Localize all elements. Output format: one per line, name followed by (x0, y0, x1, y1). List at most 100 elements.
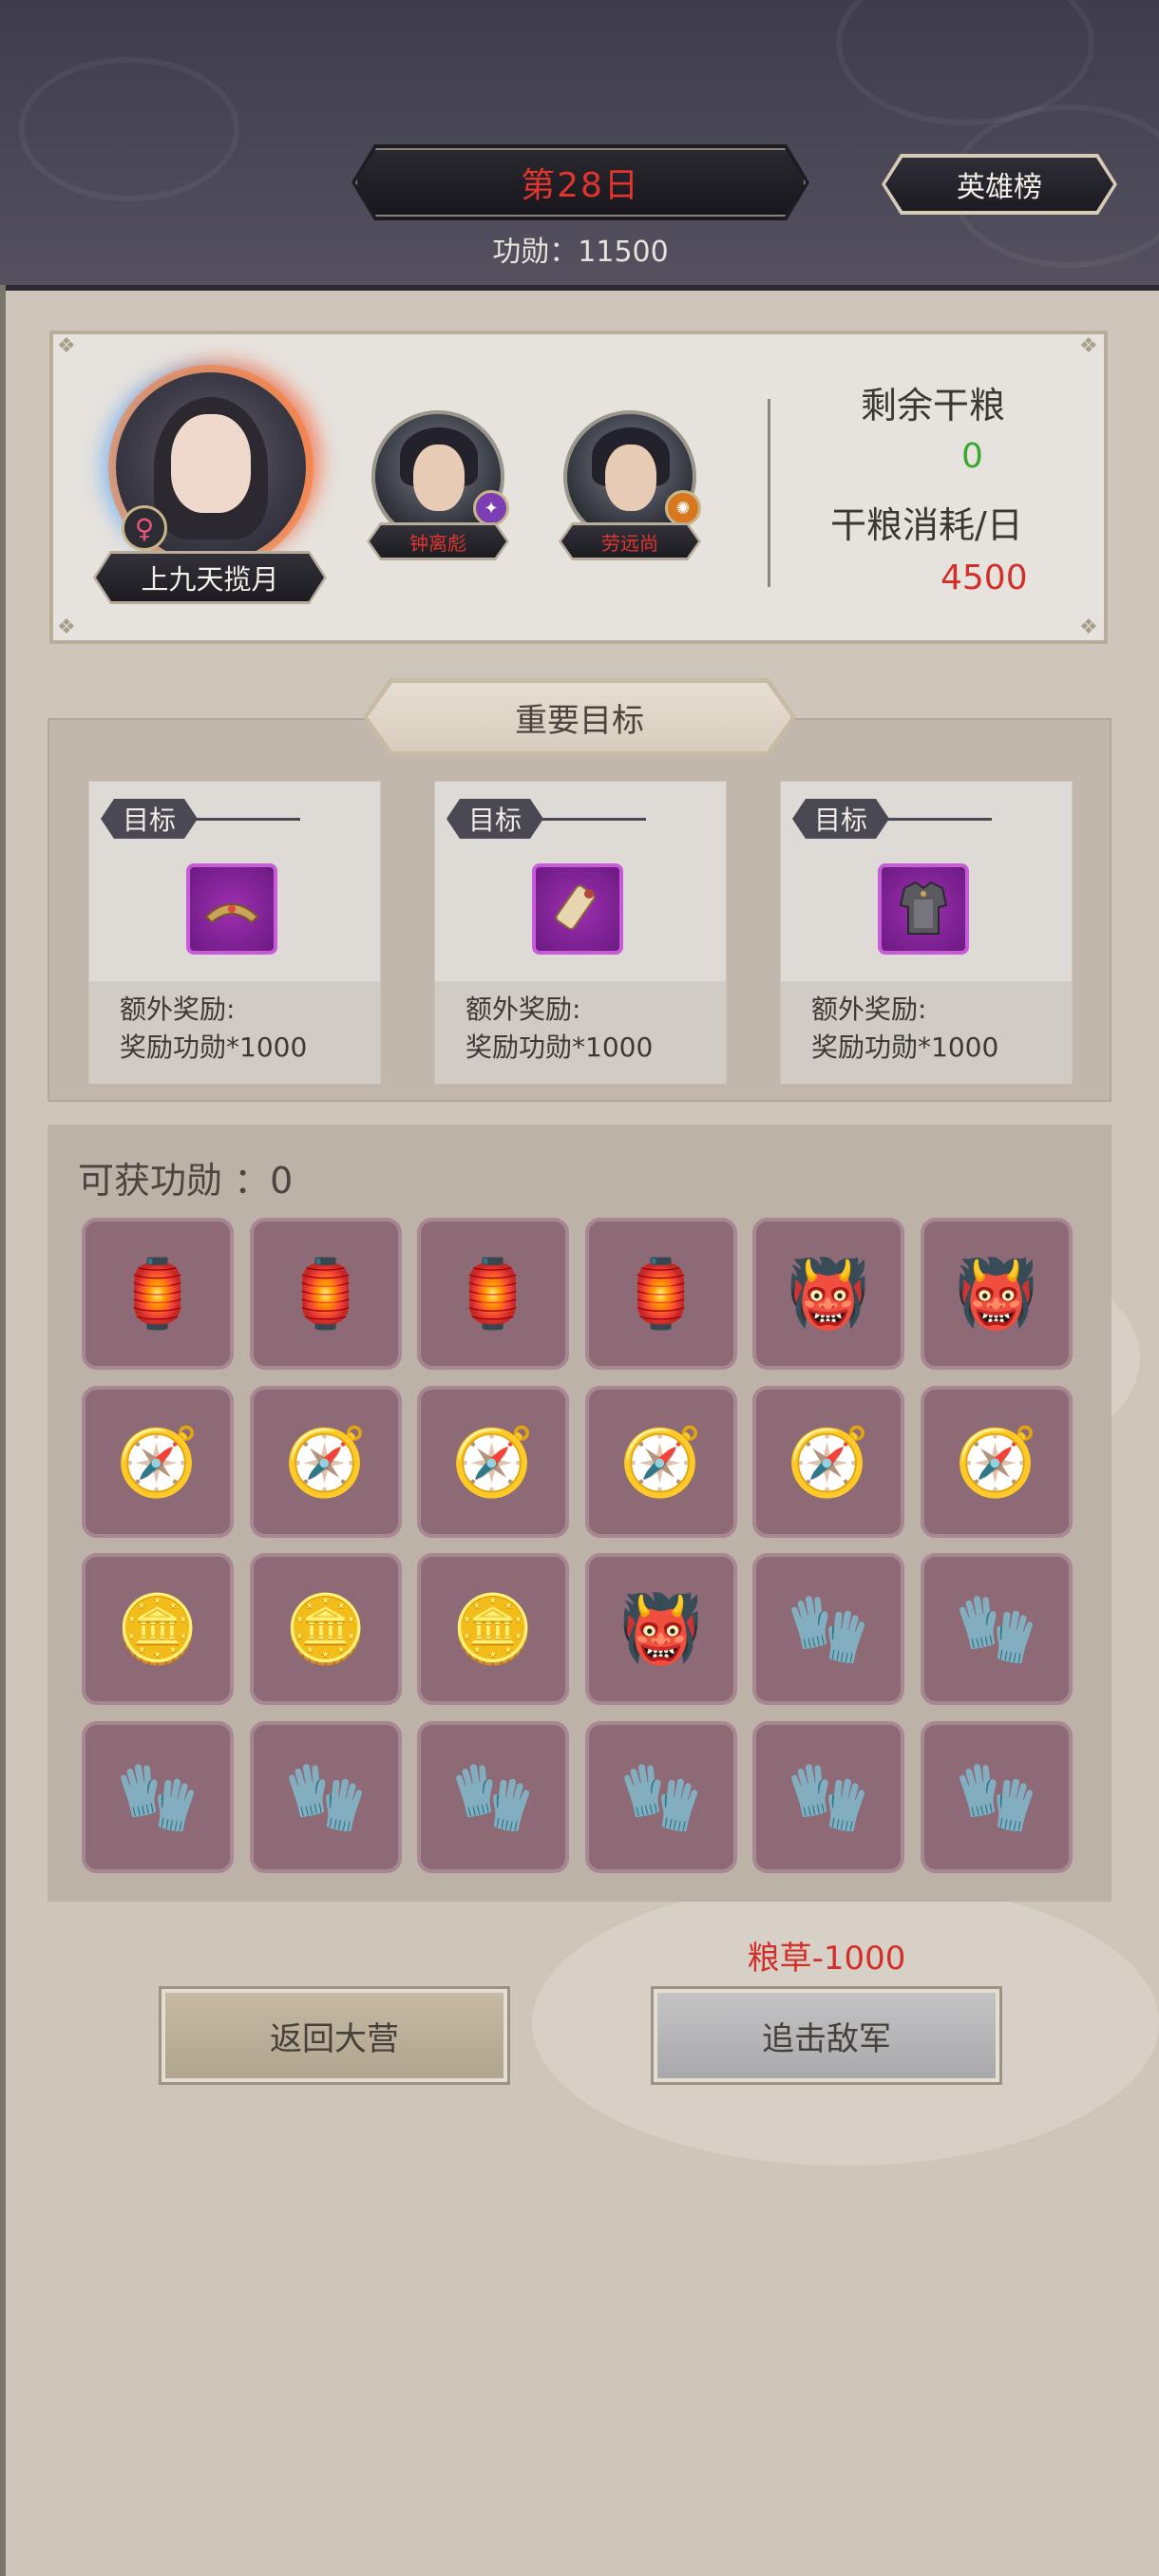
orange-rank-icon: ✺ (665, 490, 701, 526)
loot-slot[interactable]: 🧭 (585, 1386, 737, 1538)
coin-icon: 🪙 (116, 1590, 200, 1668)
goal-card[interactable]: 目标 额外奖励: 奖励功勋*1000 (780, 781, 1073, 1084)
loot-slot[interactable]: 🏮 (417, 1218, 569, 1370)
goal-reward-text: 奖励功勋*1000 (120, 1032, 308, 1063)
main-hero-nameplate: 上九天揽月 (93, 551, 327, 604)
top-header: 第28日 功勋：11500 英雄榜 (0, 0, 1159, 291)
gauntlet-icon: 🧤 (955, 1590, 1038, 1668)
goal-reward-text: 奖励功勋*1000 (466, 1032, 654, 1063)
corner-ornament: ❖ (57, 334, 76, 358)
daily-consumption-value: 4500 (940, 559, 1028, 597)
demon-mask-icon: 👹 (955, 1255, 1038, 1333)
chase-enemy-button[interactable]: 追击敌军 (651, 1986, 1002, 2085)
avatar-face (171, 414, 251, 513)
goal-reward-title: 额外奖励: (120, 994, 236, 1025)
scroll-icon[interactable] (532, 863, 623, 955)
loot-slot[interactable]: 🧭 (921, 1386, 1073, 1538)
corner-ornament: ❖ (1079, 334, 1098, 358)
gauntlet-icon: 🧤 (619, 1758, 703, 1836)
gauntlet-icon: 🧤 (787, 1590, 870, 1668)
loot-slot[interactable]: 🧤 (82, 1721, 234, 1873)
bracer-icon[interactable] (186, 863, 277, 955)
loot-slot[interactable]: 🧤 (250, 1721, 402, 1873)
goal-reward-text: 奖励功勋*1000 (811, 1032, 999, 1063)
loot-slot[interactable]: 🪙 (250, 1553, 402, 1705)
demon-mask-icon: 👹 (787, 1255, 870, 1333)
goal-reward-title: 额外奖励: (811, 994, 927, 1025)
remaining-rations-value: 0 (961, 437, 983, 476)
loot-slot[interactable]: 👹 (585, 1553, 737, 1705)
compass-icon: 🧭 (787, 1423, 870, 1501)
left-border (0, 285, 6, 2576)
goal-tag-line (194, 818, 300, 821)
team-card: ❖ ❖ ❖ ❖ ♀ 上九天揽月 ✦ 钟离彪 ✺ 劳远尚 剩余干粮 0 干粮消耗/… (49, 331, 1108, 644)
day-plate: 第28日 (352, 144, 809, 220)
hero-rank-label: 英雄榜 (885, 158, 1113, 211)
merit-total: 功勋：11500 (492, 236, 669, 269)
loot-slot[interactable]: 🧭 (250, 1386, 402, 1538)
lantern-icon: 🏮 (619, 1255, 703, 1333)
goal-tag: 目标 (446, 799, 543, 839)
loot-slot[interactable]: 🧭 (82, 1386, 234, 1538)
ally-name: 劳远尚 (561, 525, 698, 558)
hero-rank-button[interactable]: 英雄榜 (882, 154, 1117, 215)
demon-mask-icon: 👹 (619, 1590, 703, 1668)
loot-slot[interactable]: 🧤 (752, 1721, 904, 1873)
main-hero-name: 上九天揽月 (96, 554, 324, 601)
loot-slot[interactable]: 🏮 (82, 1218, 234, 1370)
loot-slot[interactable]: 👹 (921, 1218, 1073, 1370)
armor-icon[interactable] (878, 863, 969, 955)
ally-nameplate: 劳远尚 (559, 522, 701, 560)
compass-icon: 🧭 (116, 1423, 200, 1501)
lantern-icon: 🏮 (451, 1255, 535, 1333)
ally-hero-2[interactable]: ✺ 劳远尚 (559, 410, 701, 562)
goal-card[interactable]: 目标 额外奖励: 奖励功勋*1000 (88, 781, 381, 1084)
lantern-icon: 🏮 (284, 1255, 368, 1333)
loot-slot[interactable]: 🧭 (752, 1386, 904, 1538)
ally-nameplate: 钟离彪 (367, 522, 509, 560)
compass-icon: 🧭 (284, 1423, 368, 1501)
gauntlet-icon: 🧤 (116, 1758, 200, 1836)
loot-slot[interactable]: 🪙 (417, 1553, 569, 1705)
corner-ornament: ❖ (1079, 616, 1098, 639)
remaining-rations-label: 剩余干粮 (861, 385, 1006, 426)
coin-icon: 🪙 (284, 1590, 368, 1668)
loot-slot[interactable]: 🧤 (585, 1721, 737, 1873)
loot-slot[interactable]: 👹 (752, 1218, 904, 1370)
gauntlet-icon: 🧤 (451, 1758, 535, 1836)
lantern-icon: 🏮 (116, 1255, 200, 1333)
ration-cost: 粮草-1000 (747, 1940, 906, 1978)
goal-tag-line (540, 818, 646, 821)
loot-slot[interactable]: 🧤 (921, 1721, 1073, 1873)
gauntlet-icon: 🧤 (955, 1758, 1038, 1836)
goals-title: 重要目标 (368, 683, 791, 751)
goal-tag: 目标 (101, 799, 198, 839)
compass-icon: 🧭 (955, 1423, 1038, 1501)
coin-icon: 🪙 (451, 1590, 535, 1668)
purple-rank-icon: ✦ (473, 490, 509, 526)
ally-name: 钟离彪 (370, 525, 506, 558)
corner-ornament: ❖ (57, 616, 76, 639)
female-icon: ♀ (122, 505, 167, 551)
goal-tag-line (885, 818, 992, 821)
compass-icon: 🧭 (451, 1423, 535, 1501)
goal-card[interactable]: 目标 额外奖励: 奖励功勋*1000 (434, 781, 727, 1084)
gauntlet-icon: 🧤 (284, 1758, 368, 1836)
loot-slot[interactable]: 🧤 (417, 1721, 569, 1873)
loot-slot[interactable]: 🏮 (250, 1218, 402, 1370)
compass-icon: 🧭 (619, 1423, 703, 1501)
loot-slot[interactable]: 🧭 (417, 1386, 569, 1538)
goals-title-plate: 重要目标 (363, 678, 796, 756)
day-label: 第28日 (355, 148, 806, 217)
goal-tag: 目标 (792, 799, 889, 839)
obtainable-merit-label: 可获功勋 ：0 (78, 1160, 294, 1202)
goal-reward-title: 额外奖励: (466, 994, 581, 1025)
daily-consumption-label: 干粮消耗/日 (830, 504, 1023, 546)
loot-slot[interactable]: 🧤 (752, 1553, 904, 1705)
loot-slot[interactable]: 🪙 (82, 1553, 234, 1705)
return-camp-button[interactable]: 返回大营 (159, 1986, 510, 2085)
loot-slot[interactable]: 🏮 (585, 1218, 737, 1370)
vertical-divider (768, 399, 770, 587)
loot-slot[interactable]: 🧤 (921, 1553, 1073, 1705)
ally-hero-1[interactable]: ✦ 钟离彪 (367, 410, 509, 562)
